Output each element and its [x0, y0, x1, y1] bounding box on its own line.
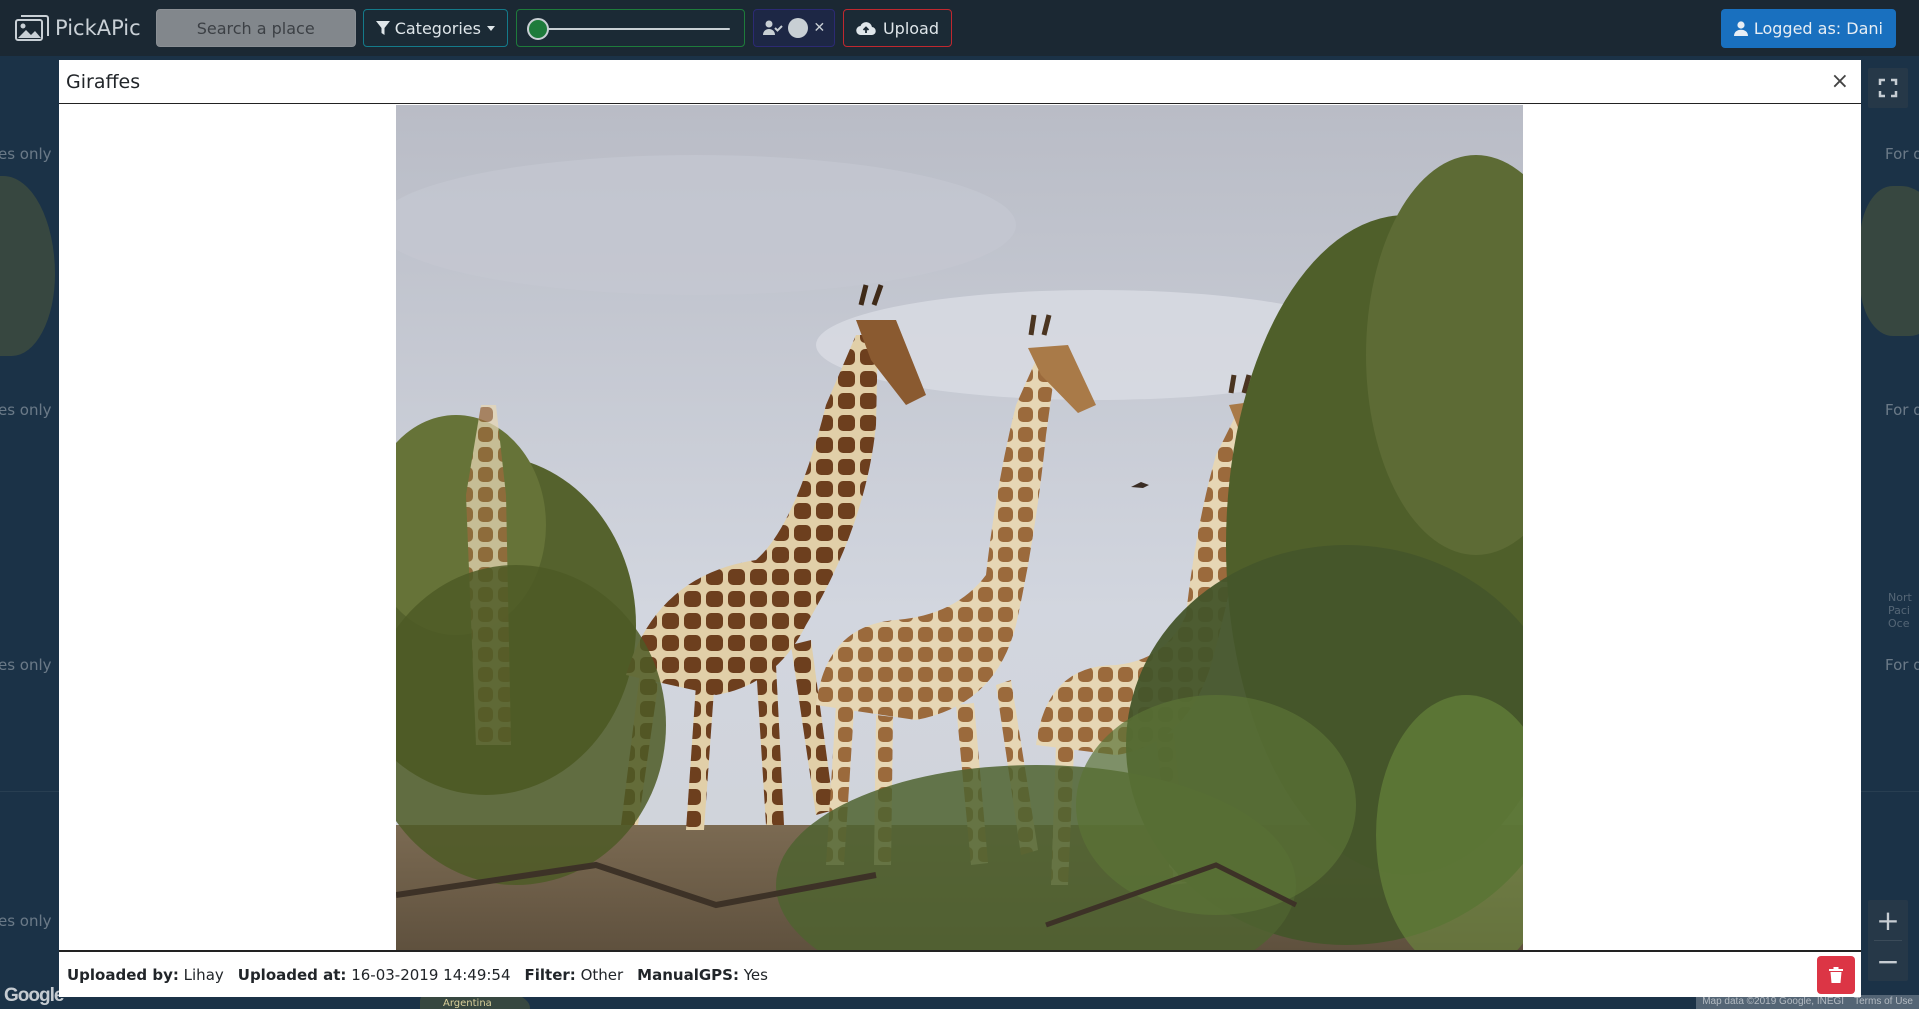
- uploaded-at-label: Uploaded at:: [237, 965, 347, 984]
- modal-body: [59, 105, 1861, 950]
- uploaded-by-value: Lihay: [183, 965, 224, 984]
- modal-header: Giraffes ×: [59, 60, 1861, 104]
- images-icon: [15, 15, 49, 41]
- radius-slider[interactable]: [515, 9, 745, 47]
- filter-info: Filter: Other: [525, 966, 624, 984]
- filter-icon: [375, 20, 390, 35]
- slider-track: [536, 28, 730, 30]
- slider-thumb[interactable]: [526, 18, 549, 40]
- map-dev-watermark: es only: [0, 656, 52, 674]
- map-data-credit: Map data ©2019 Google, INEGI: [1702, 996, 1845, 1007]
- modal-footer: Uploaded by: Lihay Uploaded at: 16-03-20…: [59, 950, 1861, 997]
- modal-title: Giraffes: [66, 70, 141, 93]
- user-label: Logged as: Dani: [1753, 19, 1883, 38]
- map-dev-watermark: For d: [1885, 145, 1919, 163]
- upload-button[interactable]: Upload: [842, 9, 953, 47]
- search-input[interactable]: [155, 9, 356, 47]
- uploaded-by: Uploaded by: Lihay: [67, 966, 224, 984]
- toggle-knob[interactable]: [788, 18, 809, 38]
- fullscreen-button[interactable]: [1868, 68, 1908, 108]
- map-ocean-label: Nort Paci Oce: [1888, 591, 1912, 630]
- uploaded-by-label: Uploaded by:: [67, 965, 179, 984]
- categories-dropdown[interactable]: Categories: [362, 9, 508, 47]
- uploaded-at: Uploaded at: 16-03-2019 14:49:54: [238, 966, 511, 984]
- brand[interactable]: PickAPic: [15, 14, 141, 42]
- manual-gps-value: Yes: [743, 965, 768, 984]
- map-dev-watermark: es only: [0, 145, 52, 163]
- map-land-label: Argentina: [443, 998, 492, 1009]
- map-dev-watermark: es only: [0, 401, 52, 419]
- zoom-control: + −: [1868, 900, 1908, 981]
- trash-icon: [1829, 967, 1843, 983]
- filter-value: Other: [580, 965, 624, 984]
- brand-name: PickAPic: [55, 16, 141, 40]
- photo: [396, 105, 1523, 950]
- map-attribution: Map data ©2019 Google, INEGI Terms of Us…: [1696, 995, 1919, 1009]
- zoom-in-button[interactable]: +: [1868, 900, 1908, 940]
- map-dev-watermark: For d: [1885, 656, 1919, 674]
- map-dev-watermark: es only: [0, 912, 52, 930]
- navbar: PickAPic Categories ✕ Upload: [0, 0, 1919, 56]
- manual-gps-label: ManualGPS:: [637, 965, 739, 984]
- map-dev-watermark: For d: [1885, 401, 1919, 419]
- my-photos-toggle[interactable]: ✕: [752, 9, 835, 47]
- user-account-button[interactable]: Logged as: Dani: [1720, 9, 1896, 48]
- close-icon: ✕: [813, 20, 826, 36]
- photo-modal: Giraffes × Uploaded by: Lihay Uploaded a…: [59, 60, 1861, 997]
- giraffes-photo: [396, 105, 1523, 950]
- fullscreen-icon: [1878, 78, 1898, 98]
- upload-label: Upload: [882, 18, 940, 38]
- categories-label: Categories: [394, 18, 481, 38]
- user-check-icon: [762, 20, 783, 35]
- cloud-upload-icon: [856, 21, 876, 35]
- delete-photo-button[interactable]: [1817, 956, 1855, 994]
- user-icon: [1733, 21, 1748, 36]
- filter-label: Filter:: [524, 965, 576, 984]
- uploaded-at-value: 16-03-2019 14:49:54: [351, 965, 511, 984]
- map-landmass: [1860, 186, 1919, 336]
- modal-close-button[interactable]: ×: [1831, 70, 1855, 93]
- map-landmass: [0, 176, 55, 356]
- manual-gps: ManualGPS: Yes: [637, 966, 768, 984]
- zoom-out-button[interactable]: −: [1868, 941, 1908, 981]
- google-logo[interactable]: Google: [4, 985, 64, 1007]
- chevron-down-icon: [486, 25, 495, 31]
- terms-of-use-link[interactable]: Terms of Use: [1854, 995, 1913, 1009]
